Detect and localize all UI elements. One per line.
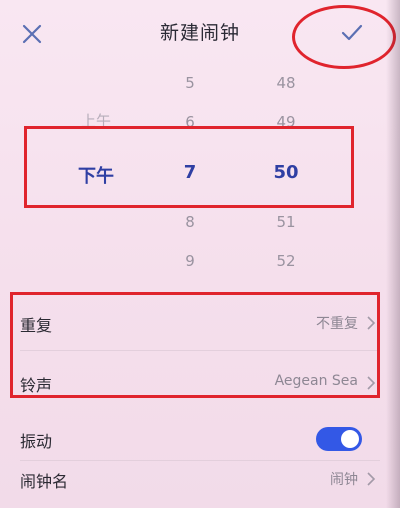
check-icon [341, 24, 363, 41]
hour-option[interactable]: 5 [150, 74, 230, 92]
minute-column[interactable]: 48 49 50 51 52 [246, 0, 326, 300]
minute-option-selected[interactable]: 50 [246, 162, 326, 183]
hour-option-selected[interactable]: 7 [150, 162, 230, 183]
minute-option[interactable]: 51 [246, 213, 326, 231]
confirm-button[interactable] [336, 16, 368, 48]
repeat-value: 不重复 [316, 316, 358, 332]
hour-option[interactable]: 6 [150, 113, 230, 131]
minute-option[interactable]: 48 [246, 74, 326, 92]
vibrate-label: 振动 [20, 432, 53, 451]
minute-option[interactable]: 49 [246, 113, 326, 131]
chevron-right-icon [367, 316, 376, 330]
chevron-right-icon [367, 472, 376, 486]
new-alarm-screen: 新建闹钟 上午 下午 5 6 7 8 9 48 49 50 51 52 重复 不… [0, 0, 400, 508]
alarm-name-value: 闹钟 [330, 472, 358, 488]
repeat-label: 重复 [20, 316, 53, 335]
chevron-right-icon [367, 376, 376, 390]
ringtone-value: Aegean Sea [274, 373, 358, 389]
ringtone-row[interactable]: 铃声 Aegean Sea [0, 356, 400, 410]
hour-column[interactable]: 5 6 7 8 9 [150, 0, 230, 300]
ringtone-label: 铃声 [20, 376, 53, 395]
vibrate-toggle[interactable] [316, 427, 362, 451]
hour-option[interactable]: 8 [150, 213, 230, 231]
ampm-column[interactable]: 上午 下午 [56, 0, 136, 300]
toggle-knob [341, 430, 359, 448]
ampm-option-above[interactable]: 上午 [56, 110, 136, 131]
ampm-option-selected[interactable]: 下午 [56, 162, 136, 188]
alarm-name-label: 闹钟名 [20, 472, 69, 491]
alarm-name-row[interactable]: 闹钟名 闹钟 [0, 452, 400, 506]
divider [20, 350, 380, 351]
minute-option[interactable]: 52 [246, 252, 326, 270]
hour-option[interactable]: 9 [150, 252, 230, 270]
repeat-row[interactable]: 重复 不重复 [0, 296, 400, 350]
